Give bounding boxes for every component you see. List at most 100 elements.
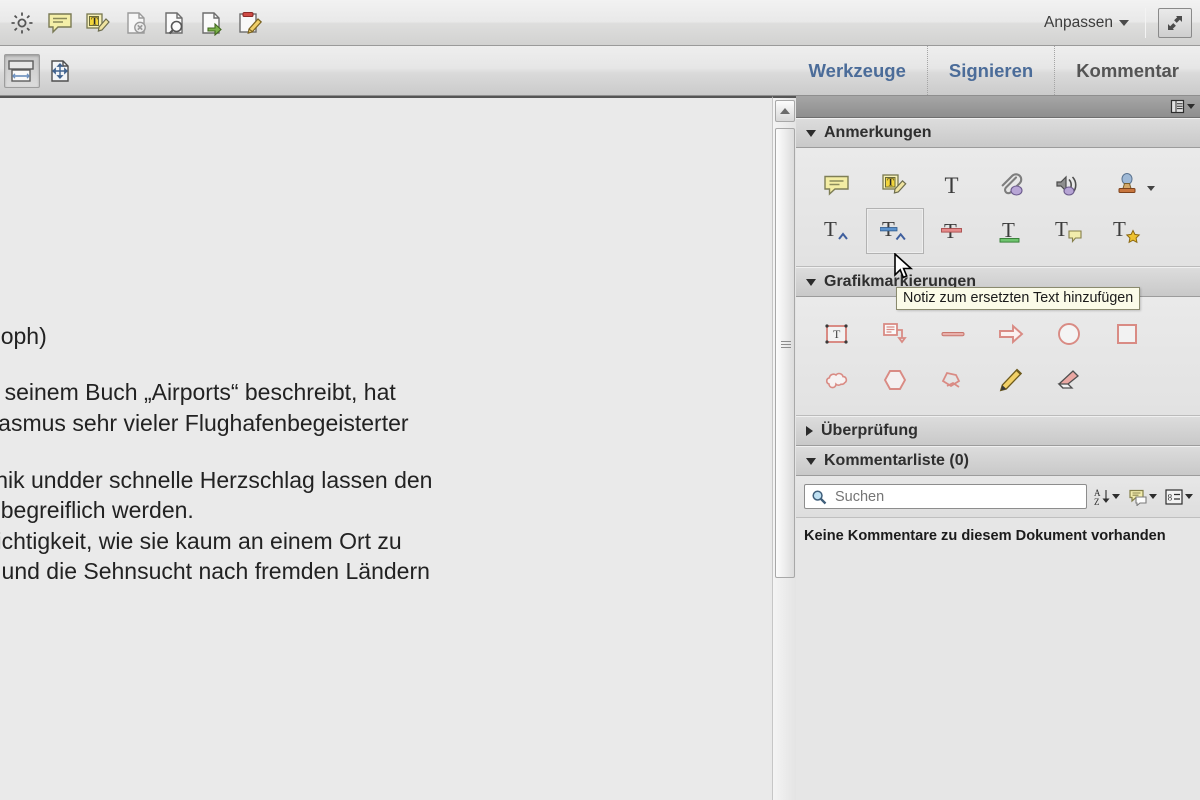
line-tool[interactable] xyxy=(924,311,982,357)
doc-text-line: enorme xyxy=(0,142,730,173)
highlight-text-tool[interactable]: T xyxy=(866,162,924,208)
tab-signieren[interactable]: Signieren xyxy=(926,46,1054,95)
section-header-anmerkungen[interactable]: Anmerkungen xyxy=(796,118,1200,148)
cloud-tool[interactable] xyxy=(808,357,866,403)
oval-tool[interactable] xyxy=(1040,311,1098,357)
doc-text-line: hochmoderne Technik undder schnelle Herz… xyxy=(0,466,433,493)
panel-options-icon[interactable] xyxy=(1170,99,1195,114)
panel-titlebar xyxy=(796,96,1200,118)
underline-tool[interactable]: T xyxy=(982,208,1040,254)
page-search-icon[interactable] xyxy=(156,6,192,40)
scroll-thumb[interactable] xyxy=(775,128,795,578)
preferences-gear-icon[interactable] xyxy=(4,6,40,40)
add-text-comment-tool[interactable]: T xyxy=(924,162,982,208)
chevron-down-icon[interactable] xyxy=(1149,494,1157,499)
drawing-tools-empty-cell xyxy=(1098,357,1156,403)
text-note-tool[interactable]: T xyxy=(1040,208,1098,254)
callout-tool[interactable] xyxy=(866,311,924,357)
doc-text-line: riftsteller und Philosoph) xyxy=(0,322,47,349)
doc-text-line: lass ich xyxy=(0,234,730,265)
eraser-tool[interactable] xyxy=(1040,357,1098,403)
chevron-down-icon[interactable] xyxy=(1119,19,1129,26)
polyline-tool[interactable] xyxy=(924,357,982,403)
tab-kommentar[interactable]: Kommentar xyxy=(1054,46,1200,95)
svg-text:T: T xyxy=(887,178,894,189)
edit-document-icon[interactable] xyxy=(232,6,268,40)
twisty-open-icon xyxy=(806,457,816,465)
fit-page-icon[interactable] xyxy=(42,54,78,88)
comment-list-empty-message: Keine Kommentare zu diesem Dokument vorh… xyxy=(796,518,1200,800)
toolbar-right-controls: Anpassen xyxy=(1044,0,1200,45)
annotation-tools-row-1: T T xyxy=(808,162,1188,208)
task-pane-tabs: Werkzeuge Signieren Kommentar xyxy=(788,46,1200,95)
doc-paragraph-gap xyxy=(0,295,730,321)
drawing-tools-row-2 xyxy=(808,357,1188,403)
doc-paragraph-gap xyxy=(0,439,730,465)
text-box-tool[interactable]: T xyxy=(808,311,866,357)
secondary-toolbar: Werkzeuge Signieren Kommentar xyxy=(0,46,1200,96)
replace-text-tool[interactable]: T xyxy=(866,208,924,254)
chevron-down-icon[interactable] xyxy=(1112,494,1120,499)
arrow-tool[interactable] xyxy=(982,311,1040,357)
sort-az-icon: A Z xyxy=(1094,488,1110,506)
tooltip: Notiz zum ersetzten Text hinzufügen xyxy=(896,287,1141,310)
scroll-thumb-grip-icon xyxy=(781,339,791,350)
search-input-wrapper[interactable] xyxy=(804,484,1087,509)
strikethrough-tool[interactable]: T xyxy=(924,208,982,254)
section-title: Kommentarliste (0) xyxy=(824,452,969,469)
record-audio-tool[interactable] xyxy=(1040,162,1098,208)
text-highlight-favorite-tool[interactable]: T xyxy=(1098,208,1156,254)
section-header-ueberpruefung[interactable]: Überprüfung xyxy=(796,416,1200,446)
svg-text:T: T xyxy=(1055,217,1068,241)
svg-text:T: T xyxy=(91,16,98,27)
stamp-tool[interactable] xyxy=(1098,162,1156,208)
sort-comments-button[interactable]: A Z xyxy=(1093,488,1121,506)
polygon-tool[interactable] xyxy=(866,357,924,403)
print-save-icon[interactable] xyxy=(4,53,40,88)
delete-page-icon[interactable] xyxy=(118,6,154,40)
zoom-fit-label[interactable]: Anpassen xyxy=(1044,14,1119,32)
svg-text:T: T xyxy=(824,217,837,241)
doc-text-line: ngen muss“ xyxy=(0,264,730,295)
annotation-tools-row-2: T T T T xyxy=(808,208,1188,254)
svg-text:T: T xyxy=(945,173,959,198)
export-page-icon[interactable] xyxy=(194,6,230,40)
toolbar-divider xyxy=(1145,7,1146,38)
svg-text:Z: Z xyxy=(1094,497,1100,506)
adobe-reader-window: T Anpassen Werkzeuge Signieren Kommentar… xyxy=(0,0,1200,800)
workspace: enorme ner guten me ich oft, lass ich ng… xyxy=(0,96,1200,800)
highlight-text-icon[interactable]: T xyxy=(80,6,116,40)
section-title: Anmerkungen xyxy=(824,124,932,141)
attach-file-tool[interactable] xyxy=(982,162,1040,208)
sticky-note-tool[interactable] xyxy=(808,162,866,208)
list-options-icon: 8 xyxy=(1165,488,1183,505)
section-header-kommentarliste[interactable]: Kommentarliste (0) xyxy=(796,446,1200,476)
chevron-down-icon[interactable] xyxy=(1187,104,1195,109)
drawing-markup-tools-grid: T xyxy=(796,297,1200,416)
expand-window-icon[interactable] xyxy=(1158,7,1192,38)
sticky-note-icon[interactable] xyxy=(42,6,78,40)
chevron-down-icon[interactable] xyxy=(1147,186,1155,191)
insert-text-tool[interactable]: T xyxy=(808,208,866,254)
doc-text-line: s zeigt eine Vielschichtigkeit, wie sie … xyxy=(0,527,402,554)
search-input[interactable] xyxy=(833,487,1080,506)
filter-comments-button[interactable] xyxy=(1127,488,1158,506)
search-magnifier-icon xyxy=(812,489,827,504)
chevron-down-icon[interactable] xyxy=(1185,494,1193,499)
scroll-up-arrow-icon[interactable] xyxy=(775,100,795,122)
pencil-tool[interactable] xyxy=(982,357,1040,403)
comment-options-button[interactable]: 8 xyxy=(1164,488,1194,506)
doc-paragraph-gap xyxy=(0,351,730,377)
doc-text-line: er und Reisende unbegreiflich werden. xyxy=(0,497,194,524)
document-viewer[interactable]: enorme ner guten me ich oft, lass ich ng… xyxy=(0,96,772,800)
tab-werkzeuge[interactable]: Werkzeuge xyxy=(788,46,927,95)
doc-text-line: me ich oft, xyxy=(0,203,730,234)
secondary-toolbar-icons xyxy=(0,53,78,88)
rectangle-tool[interactable] xyxy=(1098,311,1156,357)
main-toolbar: T Anpassen xyxy=(0,0,1200,46)
pdf-page: enorme ner guten me ich oft, lass ich ng… xyxy=(0,98,770,800)
document-vertical-scrollbar[interactable] xyxy=(772,96,796,800)
comment-task-panel: Anmerkungen T T T T T T Grafikmarkierung… xyxy=(796,96,1200,800)
annotation-tools-grid: T T T T T T xyxy=(796,148,1200,267)
twisty-open-icon xyxy=(806,278,816,286)
